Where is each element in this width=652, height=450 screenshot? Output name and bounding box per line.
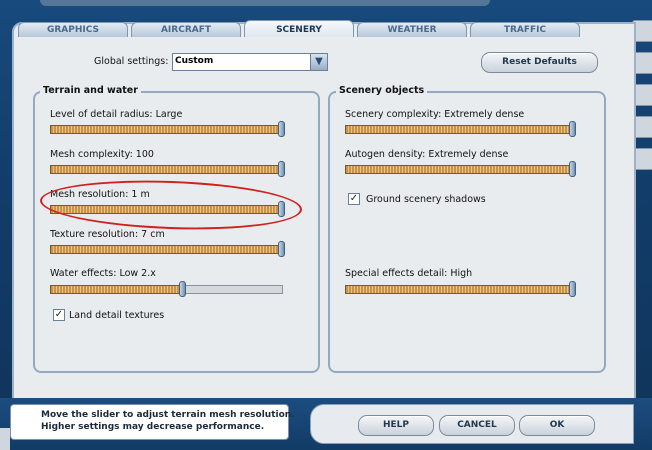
- ground-shadows-label: Ground scenery shadows: [366, 194, 486, 205]
- ground-shadows-checkbox[interactable]: ✓: [348, 193, 360, 205]
- scenery-group-title: Scenery objects: [336, 85, 428, 96]
- slider-thumb[interactable]: [278, 241, 285, 257]
- scenery-complexity-label: Scenery complexity: Extremely dense: [345, 109, 525, 120]
- settings-window: GRAPHICS AIRCRAFT SCENERY WEATHER TRAFFI…: [0, 0, 652, 450]
- slider-fill: [50, 125, 283, 134]
- slider-thumb[interactable]: [278, 161, 285, 177]
- global-settings-value: Custom: [175, 56, 214, 66]
- tab-scenery[interactable]: SCENERY: [244, 20, 354, 37]
- slider-fill: [345, 165, 574, 174]
- tab-graphics[interactable]: GRAPHICS: [18, 22, 128, 37]
- slider-thumb[interactable]: [569, 121, 576, 137]
- terrain-group-title: Terrain and water: [40, 85, 141, 96]
- slider-fill: [50, 245, 283, 254]
- tooltip-line-1: Move the slider to adjust terrain mesh r…: [41, 410, 295, 420]
- tab-weather[interactable]: WEATHER: [357, 22, 467, 37]
- autogen-density-slider[interactable]: [345, 161, 576, 177]
- chevron-down-icon[interactable]: ▼: [310, 54, 327, 70]
- slider-fill: [50, 165, 283, 174]
- slider-thumb[interactable]: [178, 281, 186, 297]
- cancel-button[interactable]: CANCEL: [439, 415, 515, 436]
- reset-defaults-button[interactable]: Reset Defaults: [481, 52, 598, 73]
- slider-fill: [50, 285, 184, 294]
- window-corner: [0, 428, 10, 450]
- slider-thumb[interactable]: [569, 161, 576, 177]
- lod-radius-slider[interactable]: [50, 121, 285, 137]
- ok-button[interactable]: OK: [519, 415, 595, 436]
- special-effects-label: Special effects detail: High: [345, 268, 473, 279]
- mesh-complexity-slider[interactable]: [50, 161, 285, 177]
- texture-resolution-label: Texture resolution: 7 cm: [50, 229, 165, 240]
- texture-resolution-slider[interactable]: [50, 241, 285, 257]
- tab-traffic[interactable]: TRAFFIC: [470, 22, 580, 37]
- water-effects-label: Water effects: Low 2.x: [50, 268, 156, 279]
- special-effects-slider[interactable]: [345, 281, 576, 297]
- title-bar: [40, 0, 490, 6]
- global-settings-label: Global settings:: [94, 56, 169, 67]
- water-effects-slider[interactable]: [50, 281, 283, 297]
- slider-thumb[interactable]: [569, 281, 576, 297]
- tab-bar: GRAPHICS AIRCRAFT SCENERY WEATHER TRAFFI…: [18, 20, 580, 38]
- global-settings-select[interactable]: Custom ▼: [172, 53, 328, 71]
- slider-thumb[interactable]: [278, 121, 285, 137]
- autogen-density-label: Autogen density: Extremely dense: [345, 149, 509, 160]
- scenery-complexity-slider[interactable]: [345, 121, 576, 137]
- tab-aircraft[interactable]: AIRCRAFT: [131, 22, 241, 37]
- land-detail-label: Land detail textures: [69, 310, 165, 321]
- lod-radius-label: Level of detail radius: Large: [50, 109, 183, 120]
- slider-fill: [345, 285, 574, 294]
- land-detail-checkbox[interactable]: ✓: [53, 309, 65, 321]
- tooltip-line-2: Higher settings may decrease performance…: [41, 422, 265, 432]
- help-button[interactable]: HELP: [358, 415, 434, 436]
- tooltip-box: Move the slider to adjust terrain mesh r…: [10, 404, 295, 440]
- slider-fill: [345, 125, 574, 134]
- mesh-complexity-label: Mesh complexity: 100: [50, 149, 154, 160]
